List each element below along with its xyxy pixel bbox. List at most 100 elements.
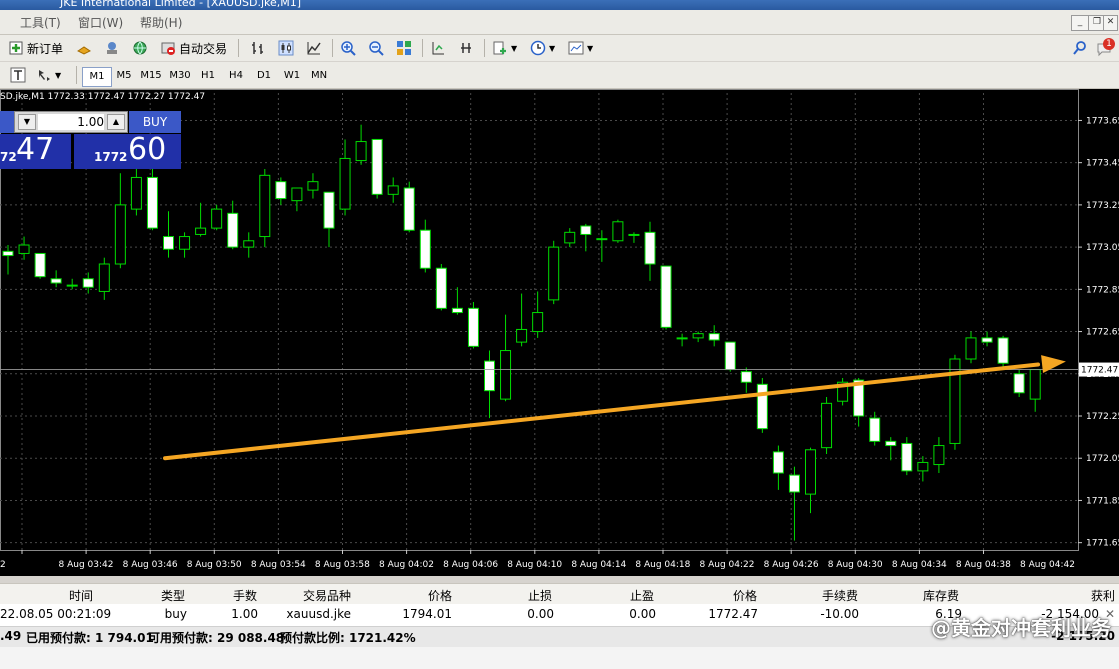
candle-body xyxy=(901,442,913,472)
gold-icon[interactable] xyxy=(76,40,92,56)
chevron-down-icon: ▼ xyxy=(587,43,594,53)
candle-body xyxy=(821,402,833,449)
time-tick-label: 8 Aug 03:50 xyxy=(187,560,242,570)
price-tick-label: 1772.25 xyxy=(1086,412,1119,422)
candle-body xyxy=(146,176,158,229)
sell-price-panel[interactable]: 72 47 xyxy=(0,132,71,169)
line-chart-icon[interactable] xyxy=(306,40,322,56)
candle-chart-icon[interactable] xyxy=(278,40,294,56)
timeframe-h4[interactable]: H4 xyxy=(222,67,250,85)
zoom-in-icon[interactable] xyxy=(340,40,356,56)
candle-body xyxy=(484,360,495,392)
position-type: buy xyxy=(164,607,187,621)
candle-body xyxy=(98,263,110,292)
col-profit[interactable]: 获利 xyxy=(1091,587,1115,604)
time-tick-label: 8 Aug 04:38 xyxy=(956,560,1011,570)
candle-body xyxy=(211,208,223,229)
text-tool-icon[interactable] xyxy=(10,67,26,83)
periods-button[interactable]: ▼ xyxy=(530,38,555,58)
candle-body xyxy=(805,449,816,495)
col-volume[interactable]: 手数 xyxy=(233,587,257,604)
candle-body xyxy=(291,187,303,202)
time-tick-label: 8 Aug 04:14 xyxy=(571,560,626,570)
timeframe-m15[interactable]: M15 xyxy=(137,67,165,85)
new-order-button[interactable]: 新订单 xyxy=(8,38,63,58)
balance-value: .49 xyxy=(0,629,22,643)
auto-trade-label: 自动交易 xyxy=(179,41,228,56)
col-swap[interactable]: 库存费 xyxy=(923,587,959,604)
candle-body xyxy=(644,231,656,265)
autoscroll-icon[interactable] xyxy=(458,40,474,56)
col-symbol[interactable]: 交易品种 xyxy=(303,587,351,604)
lot-decrease-button[interactable]: ▼ xyxy=(18,114,36,130)
timeframe-d1[interactable]: D1 xyxy=(250,67,278,85)
notifications-button[interactable]: 1 xyxy=(1096,38,1118,58)
candle-body xyxy=(692,333,704,339)
current-price-label: 1772.47 xyxy=(1081,366,1118,376)
candle-body xyxy=(532,312,544,333)
candle-body xyxy=(179,236,191,250)
menu-tools[interactable]: 工具(T) xyxy=(20,14,61,31)
globe-icon[interactable] xyxy=(132,40,148,56)
col-commission[interactable]: 手续费 xyxy=(822,587,858,604)
candle-body xyxy=(435,267,447,309)
candle-body xyxy=(18,244,30,254)
candle-body xyxy=(628,233,640,236)
close-icon[interactable]: ✕ xyxy=(1103,15,1118,31)
candle-body xyxy=(243,240,255,248)
timeframe-w1[interactable]: W1 xyxy=(278,67,306,85)
sell-button-stub[interactable] xyxy=(0,111,14,133)
lot-size-input[interactable]: 1.00 xyxy=(38,114,104,130)
trend-arrow-head xyxy=(1041,355,1066,374)
lot-size-stepper[interactable]: ▼ 1.00 ▲ xyxy=(14,111,128,133)
candle-body xyxy=(500,350,512,400)
col-time[interactable]: 时间 xyxy=(69,587,93,604)
templates-button[interactable]: ▼ xyxy=(568,38,593,58)
candle-body xyxy=(82,278,94,288)
time-tick-label: 8 Aug 03:54 xyxy=(251,560,306,570)
col-type[interactable]: 类型 xyxy=(161,587,185,604)
watermark-text: @黄金对冲套利业务 xyxy=(931,616,1111,640)
timeframe-m5[interactable]: M5 xyxy=(110,67,138,85)
col-take-profit[interactable]: 止盈 xyxy=(630,587,654,604)
arrows-tool-icon xyxy=(39,70,50,81)
col-stop-loss[interactable]: 止损 xyxy=(528,587,552,604)
candle-body xyxy=(516,328,528,343)
timeframe-m1[interactable]: M1 xyxy=(82,67,112,87)
terminal-footer xyxy=(0,647,1119,669)
timeframe-mn[interactable]: MN xyxy=(305,67,333,85)
col-open-price[interactable]: 价格 xyxy=(428,587,452,604)
auto-trade-button[interactable]: 自动交易 xyxy=(160,38,227,58)
terminal-icon[interactable] xyxy=(104,40,120,56)
minimize-icon[interactable]: _ xyxy=(1071,15,1089,31)
indicators-button[interactable]: ▼ xyxy=(492,38,517,58)
candle-body xyxy=(596,238,608,241)
buy-button[interactable]: BUY xyxy=(129,111,181,133)
bar-chart-icon[interactable] xyxy=(250,40,266,56)
menu-window[interactable]: 窗口(W) xyxy=(78,14,123,31)
candle-body xyxy=(227,212,239,248)
menu-help[interactable]: 帮助(H) xyxy=(140,14,182,31)
price-tick-label: 1771.65 xyxy=(1086,539,1119,549)
position-time: 22.08.05 00:21:09 xyxy=(0,607,112,621)
lot-increase-button[interactable]: ▲ xyxy=(107,114,125,130)
time-tick-label: 8 Aug 04:02 xyxy=(379,560,434,570)
col-current-price[interactable]: 价格 xyxy=(733,587,757,604)
price-tick-label: 1773.65 xyxy=(1086,116,1119,126)
time-tick-label: 8 Aug 04:10 xyxy=(507,560,562,570)
time-tick-label: 8 Aug 04:22 xyxy=(700,560,755,570)
tile-windows-icon[interactable] xyxy=(396,40,412,56)
candle-body xyxy=(788,474,800,493)
objects-button[interactable]: ▼ xyxy=(36,65,61,85)
candle-body xyxy=(548,246,560,301)
chart-shift-icon[interactable] xyxy=(430,40,446,56)
buy-price-panel[interactable]: 1772 60 xyxy=(74,132,181,169)
clock-icon xyxy=(530,40,546,56)
candle-body xyxy=(885,440,897,447)
zoom-out-icon[interactable] xyxy=(368,40,384,56)
timeframe-m30[interactable]: M30 xyxy=(166,67,194,85)
candle-body xyxy=(371,138,383,195)
timeframe-h1[interactable]: H1 xyxy=(194,67,222,85)
free-margin: 可用预付款: 29 088.48 xyxy=(148,631,285,645)
search-icon[interactable] xyxy=(1072,40,1088,56)
